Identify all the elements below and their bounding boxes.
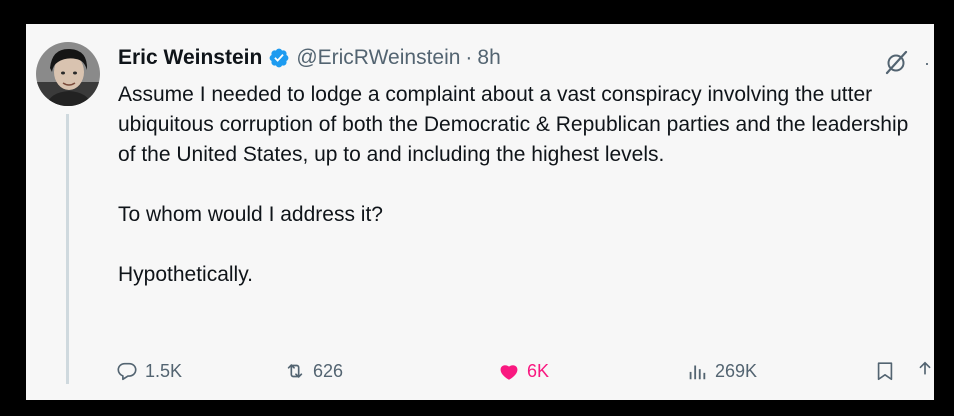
author-handle[interactable]: @EricRWeinstein <box>296 46 460 70</box>
author-name[interactable]: Eric Weinstein <box>118 46 262 70</box>
share-button[interactable] <box>914 360 934 382</box>
verified-badge-icon <box>268 47 290 69</box>
tweet-text: Assume I needed to lodge a complaint abo… <box>118 80 918 290</box>
action-bar: 1.5K 626 6K 269K <box>116 360 931 390</box>
views-button[interactable]: 269K <box>686 360 757 382</box>
tweet-paragraph: To whom would I address it? <box>118 203 383 226</box>
repost-button[interactable]: 626 <box>284 360 343 382</box>
like-count: 6K <box>527 360 550 381</box>
bookmark-icon <box>877 362 893 381</box>
tweet-card[interactable]: Eric Weinstein @EricRWeinstein · 8h · As… <box>26 24 934 400</box>
more-options-icon[interactable]: · <box>924 54 930 72</box>
tweet-header: Eric Weinstein @EricRWeinstein · 8h <box>118 46 501 70</box>
reply-icon <box>117 362 137 381</box>
timestamp[interactable]: 8h <box>477 46 500 70</box>
avatar-photo <box>36 42 100 106</box>
view-count: 269K <box>715 360 758 381</box>
repost-icon <box>287 364 303 378</box>
tweet-paragraph: Assume I needed to lodge a complaint abo… <box>118 83 909 166</box>
repost-count: 626 <box>313 360 344 381</box>
share-icon <box>919 361 931 375</box>
separator-dot: · <box>465 46 473 69</box>
reply-button[interactable]: 1.5K <box>116 360 182 382</box>
reply-count: 1.5K <box>145 360 183 381</box>
heart-icon <box>500 365 518 380</box>
thread-line <box>66 114 69 384</box>
grok-icon[interactable] <box>882 48 910 76</box>
views-chart-icon <box>689 365 706 380</box>
like-button[interactable]: 6K <box>498 360 549 382</box>
tweet-paragraph: Hypothetically. <box>118 263 254 286</box>
bookmark-button[interactable] <box>874 360 896 382</box>
avatar[interactable] <box>36 42 100 106</box>
